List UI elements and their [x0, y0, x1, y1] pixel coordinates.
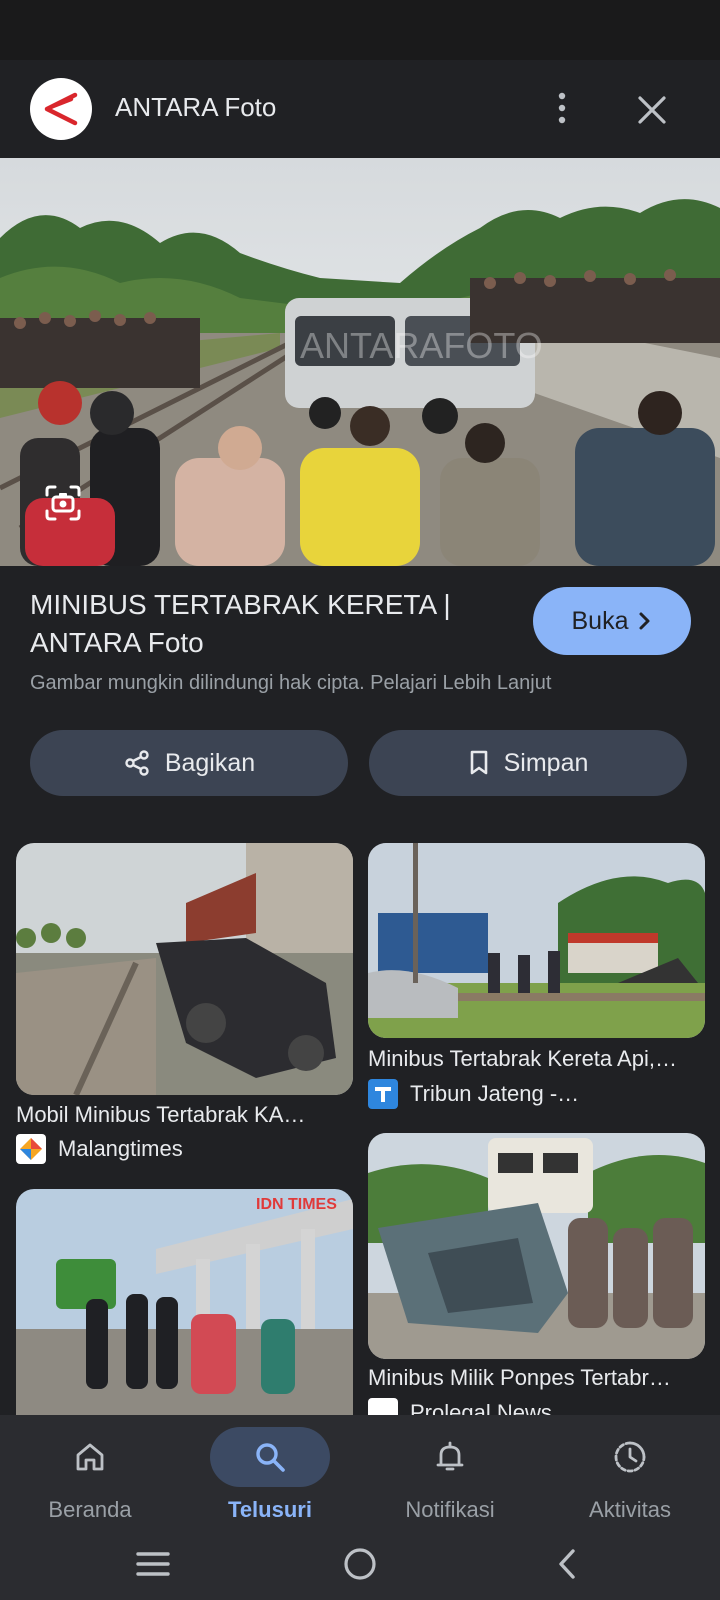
nav-label-notifikasi: Notifikasi: [405, 1497, 495, 1522]
home-system-button[interactable]: [330, 1542, 390, 1586]
antara-logo-icon: [30, 78, 92, 140]
related-photo-3: IDN TIMES: [16, 1189, 353, 1415]
home-circle-icon: [344, 1548, 376, 1580]
bell-icon: [436, 1441, 464, 1471]
share-label: Bagikan: [164, 748, 256, 777]
result-title-line1[interactable]: MINIBUS TERTABRAK KERETA |: [30, 586, 500, 624]
back-button[interactable]: [537, 1542, 597, 1586]
bookmark-icon: [470, 750, 487, 775]
nav-pill-aktivitas: [570, 1427, 690, 1487]
close-icon: [638, 96, 666, 124]
nav-item-notifikasi[interactable]: Notifikasi: [360, 1415, 540, 1528]
related-photo-4: [368, 1133, 705, 1359]
related-photo-1: [16, 843, 353, 1095]
idn-times-badge: IDN TIMES: [256, 1196, 337, 1213]
open-button-label: Buka: [571, 606, 629, 635]
related-image-3[interactable]: IDN TIMES: [16, 1189, 353, 1415]
copyright-notice[interactable]: Gambar mungkin dilindungi hak cipta. Pel…: [30, 672, 551, 695]
nav-item-beranda[interactable]: Beranda: [0, 1415, 180, 1528]
activity-icon: [614, 1441, 646, 1473]
related-image-2[interactable]: [368, 843, 705, 1038]
related-title-4[interactable]: Minibus Milik Ponpes Tertabr…: [368, 1365, 671, 1391]
header: ANTARA Foto: [0, 60, 720, 158]
recents-icon: [136, 1552, 170, 1576]
system-navigation-bar: [0, 1528, 720, 1600]
nav-item-aktivitas[interactable]: Aktivitas: [540, 1415, 720, 1528]
chevron-right-icon: [639, 612, 650, 630]
status-bar: [0, 0, 720, 60]
hero-watermark: ANTARAFOTO: [300, 325, 543, 366]
nav-item-telusuri[interactable]: Telusuri: [180, 1415, 360, 1528]
home-icon: [76, 1443, 104, 1471]
related-source-label-2: Tribun Jateng -…: [410, 1081, 580, 1106]
nav-pill-beranda: [30, 1427, 150, 1487]
tribun-logo-icon: [368, 1079, 398, 1109]
related-source-1[interactable]: Malangtimes: [16, 1134, 183, 1164]
lens-camera-icon: [45, 485, 81, 521]
crash-photo: ANTARAFOTO: [0, 158, 720, 566]
save-label: Simpan: [503, 748, 589, 777]
lens-search-button[interactable]: [38, 478, 88, 528]
share-button[interactable]: Bagikan: [30, 730, 348, 796]
nav-label-beranda: Beranda: [48, 1497, 132, 1522]
recents-button[interactable]: [123, 1542, 183, 1586]
bottom-navigation: Beranda Telusuri Notifikasi Aktivitas: [0, 1415, 720, 1528]
related-title-1[interactable]: Mobil Minibus Tertabrak KA…: [16, 1102, 305, 1128]
close-button[interactable]: [630, 88, 674, 132]
result-title-line2[interactable]: ANTARA Foto: [30, 624, 500, 662]
nav-pill-notifikasi: [390, 1427, 510, 1487]
site-title: ANTARA Foto: [115, 92, 277, 122]
related-title-2[interactable]: Minibus Tertabrak Kereta Api,…: [368, 1046, 677, 1072]
related-image-1[interactable]: [16, 843, 353, 1095]
share-icon: [125, 750, 149, 776]
nav-pill-telusuri: [210, 1427, 330, 1487]
back-chevron-icon: [559, 1549, 575, 1579]
open-button[interactable]: Buka: [533, 587, 691, 655]
related-source-2[interactable]: Tribun Jateng -…: [368, 1079, 579, 1109]
related-source-label-1: Malangtimes: [58, 1136, 183, 1161]
nav-label-aktivitas: Aktivitas: [589, 1497, 671, 1522]
hero-image[interactable]: ANTARAFOTO: [0, 158, 720, 566]
more-vert-icon: [558, 92, 566, 124]
result-title-area: MINIBUS TERTABRAK KERETA | ANTARA Foto: [30, 586, 500, 662]
related-photo-2: [368, 843, 705, 1038]
save-button[interactable]: Simpan: [369, 730, 687, 796]
malangtimes-logo-icon: [16, 1134, 46, 1164]
related-image-4[interactable]: [368, 1133, 705, 1359]
more-options-button[interactable]: [545, 88, 579, 128]
search-icon: [256, 1443, 285, 1472]
nav-label-telusuri: Telusuri: [228, 1497, 312, 1522]
